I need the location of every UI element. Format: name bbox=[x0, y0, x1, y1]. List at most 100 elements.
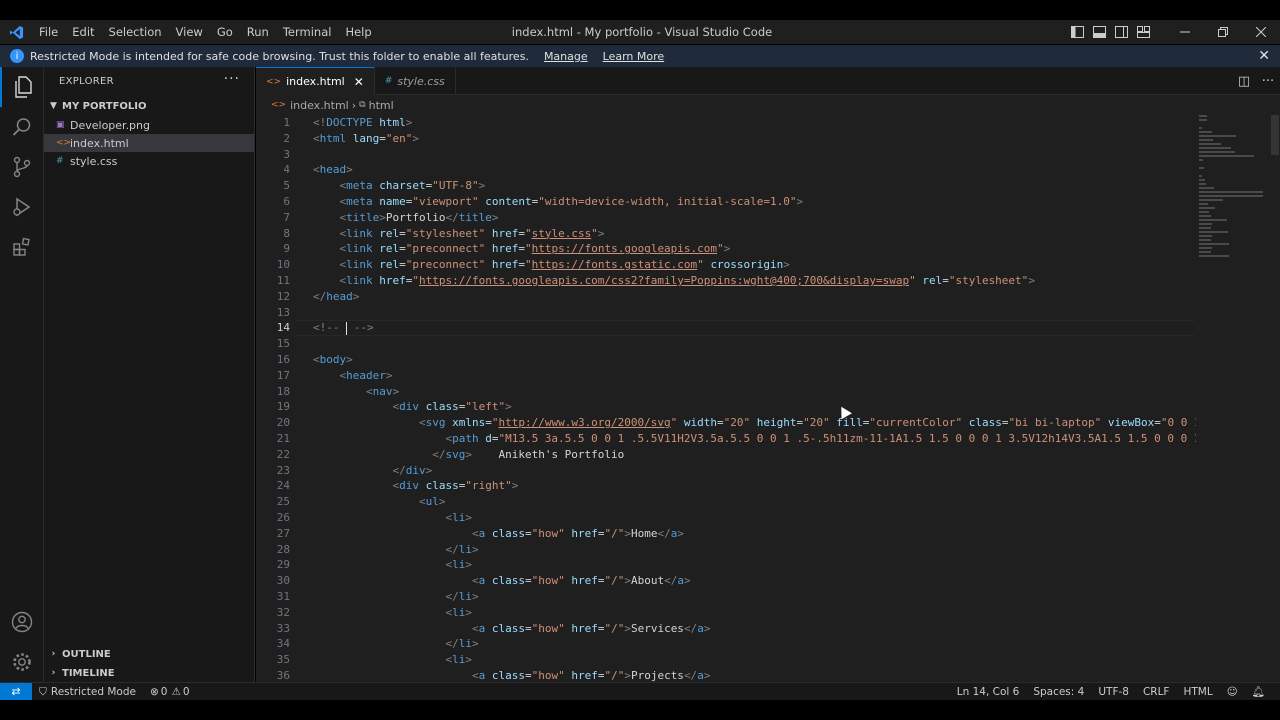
language-mode[interactable]: HTML bbox=[1176, 683, 1219, 701]
code-line[interactable]: 4 <head> bbox=[256, 162, 1196, 178]
code-line[interactable]: 36 <a class="how" href="/">Projects</a> bbox=[256, 668, 1196, 682]
minimap-line bbox=[1199, 203, 1208, 205]
code-line[interactable]: 6 <meta name="viewport" content="width=d… bbox=[256, 194, 1196, 210]
code-line[interactable]: 11 <link href="https://fonts.googleapis.… bbox=[256, 273, 1196, 289]
code-token: > bbox=[624, 526, 631, 540]
menu-edit[interactable]: Edit bbox=[65, 20, 101, 44]
code-line[interactable]: 30 <a class="how" href="/">About</a> bbox=[256, 573, 1196, 589]
toggle-primary-sidebar-icon[interactable] bbox=[1066, 20, 1088, 44]
indentation[interactable]: Spaces: 4 bbox=[1026, 683, 1091, 701]
code-line[interactable]: 7 <title>Portfolio</title> bbox=[256, 210, 1196, 226]
code-line[interactable]: 34 </li> bbox=[256, 636, 1196, 652]
code-line[interactable]: 22 </svg> Aniketh's Portfolio bbox=[256, 447, 1196, 463]
run-debug-icon[interactable] bbox=[0, 187, 44, 227]
manage-link[interactable]: Manage bbox=[544, 50, 588, 63]
explorer-icon[interactable] bbox=[0, 67, 44, 107]
code-line[interactable]: 21 <path d="M13.5 3a.5.5 0 0 1 .5.5V11H2… bbox=[256, 431, 1196, 447]
line-number: 29 bbox=[276, 558, 290, 572]
end-of-line[interactable]: CRLF bbox=[1136, 683, 1177, 701]
code-token: class bbox=[491, 574, 525, 588]
code-line[interactable]: 19 <div class="left"> bbox=[256, 399, 1196, 415]
code-line[interactable]: 15 bbox=[256, 336, 1196, 352]
code-line[interactable]: 31 </li> bbox=[256, 589, 1196, 605]
outline-section[interactable]: › OUTLINE bbox=[44, 645, 255, 663]
code-line[interactable]: 23 </div> bbox=[256, 463, 1196, 479]
file-style-css[interactable]: # style.css bbox=[44, 152, 254, 170]
search-icon[interactable] bbox=[0, 107, 44, 147]
code-line[interactable]: 17 <header> bbox=[256, 368, 1196, 384]
code-token: </ bbox=[664, 574, 678, 588]
extensions-icon[interactable] bbox=[0, 227, 44, 267]
menu-go[interactable]: Go bbox=[210, 20, 240, 44]
more-actions-icon[interactable]: ··· bbox=[224, 71, 240, 87]
code-line[interactable]: 8 <link rel="stylesheet" href="style.css… bbox=[256, 226, 1196, 242]
code-line[interactable]: 18 <nav> bbox=[256, 384, 1196, 400]
code-line[interactable]: 3 bbox=[256, 147, 1196, 163]
code-line[interactable]: 25 <ul> bbox=[256, 494, 1196, 510]
split-editor-icon[interactable]: ◫ bbox=[1232, 74, 1256, 89]
menu-run[interactable]: Run bbox=[240, 20, 276, 44]
file-index-html[interactable]: <> index.html bbox=[44, 134, 254, 152]
remote-indicator-icon[interactable]: ⇄ bbox=[0, 682, 32, 701]
code-line[interactable]: 26 <li> bbox=[256, 510, 1196, 526]
problems-status[interactable]: ⊗ 0 ⚠ 0 bbox=[143, 683, 197, 701]
settings-gear-icon[interactable] bbox=[0, 642, 44, 682]
timeline-section[interactable]: › TIMELINE bbox=[44, 664, 255, 682]
customize-layout-icon[interactable] bbox=[1132, 20, 1154, 44]
vertical-scrollbar[interactable] bbox=[1271, 115, 1279, 155]
notifications-bell-icon[interactable]: 🔔︎ bbox=[1245, 683, 1272, 701]
accounts-icon[interactable] bbox=[0, 602, 44, 642]
code-line[interactable]: 29 <li> bbox=[256, 557, 1196, 573]
code-line[interactable]: 27 <a class="how" href="/">Home</a> bbox=[256, 526, 1196, 542]
source-control-icon[interactable] bbox=[0, 147, 44, 187]
code-token: link bbox=[346, 242, 373, 256]
menu-terminal[interactable]: Terminal bbox=[276, 20, 339, 44]
code-line[interactable]: 10 <link rel="preconnect" href="https://… bbox=[256, 257, 1196, 273]
menu-file[interactable]: File bbox=[32, 20, 65, 44]
menu-selection[interactable]: Selection bbox=[102, 20, 169, 44]
code-line[interactable]: 33 <a class="how" href="/">Services</a> bbox=[256, 621, 1196, 637]
line-code: <link href="https://fonts.googleapis.com… bbox=[313, 273, 1035, 289]
code-line[interactable]: 35 <li> bbox=[256, 652, 1196, 668]
minimap[interactable] bbox=[1195, 115, 1267, 355]
code-line[interactable]: 5 <meta charset="UTF-8"> bbox=[256, 178, 1196, 194]
code-token: li bbox=[458, 637, 472, 651]
code-line[interactable]: 1 <!DOCTYPE html> bbox=[256, 115, 1196, 131]
close-window-button[interactable] bbox=[1242, 20, 1280, 44]
breadcrumb-file[interactable]: index.html bbox=[290, 99, 349, 112]
file-developer-png[interactable]: ▣ Developer.png bbox=[44, 116, 254, 134]
encoding[interactable]: UTF-8 bbox=[1091, 683, 1136, 701]
minimize-button[interactable] bbox=[1166, 20, 1204, 44]
code-line[interactable]: 12 </head> bbox=[256, 289, 1196, 305]
toggle-secondary-sidebar-icon[interactable] bbox=[1110, 20, 1132, 44]
more-actions-icon[interactable]: ··· bbox=[1256, 74, 1280, 89]
close-icon[interactable]: ✕ bbox=[1258, 48, 1270, 64]
code-editor[interactable]: 1 <!DOCTYPE html> 2 <html lang="en"> 3 4 <head… bbox=[256, 115, 1280, 682]
code-line[interactable]: 13 bbox=[256, 305, 1196, 321]
tab-style-css[interactable]: # style.css bbox=[375, 67, 456, 95]
learn-more-link[interactable]: Learn More bbox=[603, 50, 665, 63]
code-line[interactable]: 9 <link rel="preconnect" href="https://f… bbox=[256, 241, 1196, 257]
code-line[interactable]: 20 <svg xmlns="http://www.w3.org/2000/sv… bbox=[256, 415, 1196, 431]
code-line[interactable]: 14 <!-- --> bbox=[256, 320, 1196, 337]
code-line[interactable]: 28 </li> bbox=[256, 542, 1196, 558]
code-token: > bbox=[465, 605, 472, 619]
cursor-position[interactable]: Ln 14, Col 6 bbox=[950, 683, 1027, 701]
restore-button[interactable] bbox=[1204, 20, 1242, 44]
menu-help[interactable]: Help bbox=[338, 20, 378, 44]
code-line[interactable]: 16 <body> bbox=[256, 352, 1196, 368]
folder-my-portfolio[interactable]: ▼ MY PORTFOLIO bbox=[44, 96, 254, 116]
code-line[interactable]: 2 <html lang="en"> bbox=[256, 131, 1196, 147]
tab-index-html[interactable]: <> index.html ✕ bbox=[256, 67, 375, 95]
code-line[interactable]: 32 <li> bbox=[256, 605, 1196, 621]
feedback-icon[interactable]: ☺ bbox=[1220, 683, 1245, 701]
menu-view[interactable]: View bbox=[169, 20, 210, 44]
breadcrumb-node[interactable]: html bbox=[369, 99, 394, 112]
code-line[interactable]: 24 <div class="right"> bbox=[256, 478, 1196, 494]
code-token: < bbox=[471, 574, 479, 588]
toggle-panel-icon[interactable] bbox=[1088, 20, 1110, 44]
close-tab-icon[interactable]: ✕ bbox=[354, 75, 364, 89]
restricted-mode-status[interactable]: ⛉ Restricted Mode bbox=[32, 683, 143, 701]
